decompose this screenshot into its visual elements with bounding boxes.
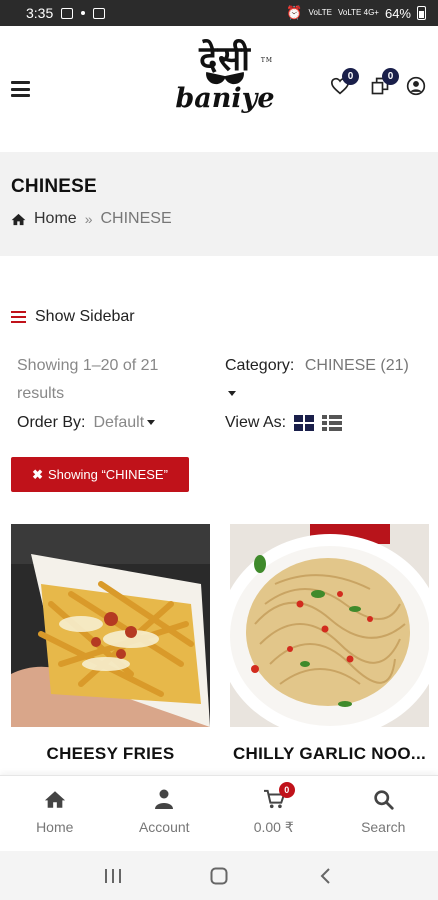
product-image-chilly-garlic-noodles[interactable] (230, 524, 429, 727)
nav-search[interactable]: Search (329, 776, 438, 851)
product-name[interactable]: CHILLY GARLIC NOO... (230, 744, 429, 764)
page-title-band: CHINESE Home » CHINESE (0, 152, 438, 256)
home-icon (11, 213, 26, 225)
recent-apps-icon (105, 868, 121, 883)
breadcrumb-home-link[interactable]: Home (34, 210, 77, 228)
status-time: 3:35 (26, 5, 54, 21)
grid-view-button[interactable] (294, 414, 315, 432)
category-filter[interactable]: Category: CHINESE (21) (225, 352, 430, 408)
user-icon (406, 76, 426, 96)
sidebar-list-icon (11, 310, 26, 324)
show-sidebar-label: Show Sidebar (35, 308, 135, 325)
view-as-label: View As: (225, 414, 287, 431)
caret-down-icon (228, 391, 236, 397)
product-card[interactable]: CHEESY FRIES (11, 524, 210, 764)
bottom-navigation: Home Account 0 0.00 ₹ Search (0, 775, 438, 851)
list-icon (322, 414, 343, 431)
nav-account[interactable]: Account (110, 776, 220, 851)
order-by: Order By: Default (17, 414, 156, 432)
active-filter-label: Showing “CHINESE” (47, 467, 168, 482)
grid-icon (294, 414, 315, 431)
show-sidebar-button[interactable]: Show Sidebar (11, 308, 135, 326)
status-bar: 3:35 ⏰ VoLTE VoLTE 4G+ 64% (0, 0, 438, 26)
back-chevron-icon (320, 867, 330, 884)
system-navigation-bar (0, 851, 438, 900)
signal-1: VoLTE (308, 8, 332, 17)
site-logo[interactable]: देसी TM baniye (175, 40, 275, 140)
category-value: CHINESE (21) (304, 357, 409, 374)
breadcrumb-current: CHINESE (100, 210, 172, 227)
battery-icon (417, 6, 426, 20)
compare-count-badge: 0 (382, 68, 399, 85)
mustache-icon (205, 74, 245, 86)
notification-dot-icon (81, 11, 86, 15)
back-button[interactable] (310, 861, 340, 891)
home-system-button[interactable] (204, 861, 234, 891)
results-count: Showing 1–20 of 21 results (17, 357, 159, 402)
close-icon: ✖ (32, 466, 43, 482)
category-label: Category: (225, 357, 295, 374)
account-button[interactable] (404, 74, 428, 98)
breadcrumb-separator: » (84, 211, 93, 227)
page-title: CHINESE (11, 176, 97, 197)
nav-account-label: Account (138, 819, 190, 835)
breadcrumb: Home » CHINESE (11, 210, 427, 228)
home-circle-icon (210, 867, 228, 884)
user-icon (155, 789, 174, 809)
nav-home-label: Home (36, 819, 74, 835)
wishlist-button[interactable]: 0 (328, 68, 359, 98)
product-name[interactable]: CHEESY FRIES (11, 744, 210, 764)
logo-trademark: TM (260, 57, 273, 64)
alarm-icon: ⏰ (286, 5, 303, 20)
message-icon (93, 7, 106, 19)
caret-down-icon (147, 420, 156, 426)
signal-2: VoLTE 4G+ (337, 8, 379, 17)
recent-apps-button[interactable] (98, 861, 128, 891)
search-icon (374, 789, 394, 810)
order-by-value: Default (93, 414, 145, 431)
site-header: देसी TM baniye 0 0 (0, 26, 438, 152)
product-card[interactable]: CHILLY GARLIC NOO... (230, 524, 429, 764)
gallery-icon (61, 7, 74, 19)
wishlist-count-badge: 0 (342, 68, 359, 85)
cart-count-badge: 0 (278, 782, 295, 798)
battery-percent: 64% (384, 5, 411, 21)
active-filter-chip[interactable]: ✖ Showing “CHINESE” (11, 457, 189, 492)
compare-button[interactable]: 0 (368, 68, 399, 98)
menu-icon[interactable] (11, 81, 30, 97)
list-view-button[interactable] (322, 414, 343, 432)
nav-home[interactable]: Home (0, 776, 110, 851)
logo-text: baniye (175, 83, 275, 114)
cart-total: 0.00 ₹ (253, 819, 294, 835)
nav-search-label: Search (361, 819, 406, 835)
product-image-cheesy-fries[interactable] (11, 524, 210, 727)
nav-cart[interactable]: 0 0.00 ₹ (219, 776, 329, 851)
order-by-select[interactable]: Default (93, 414, 156, 432)
home-icon (44, 790, 65, 808)
view-as: View As: (225, 414, 343, 432)
order-by-label: Order By: (17, 414, 86, 431)
